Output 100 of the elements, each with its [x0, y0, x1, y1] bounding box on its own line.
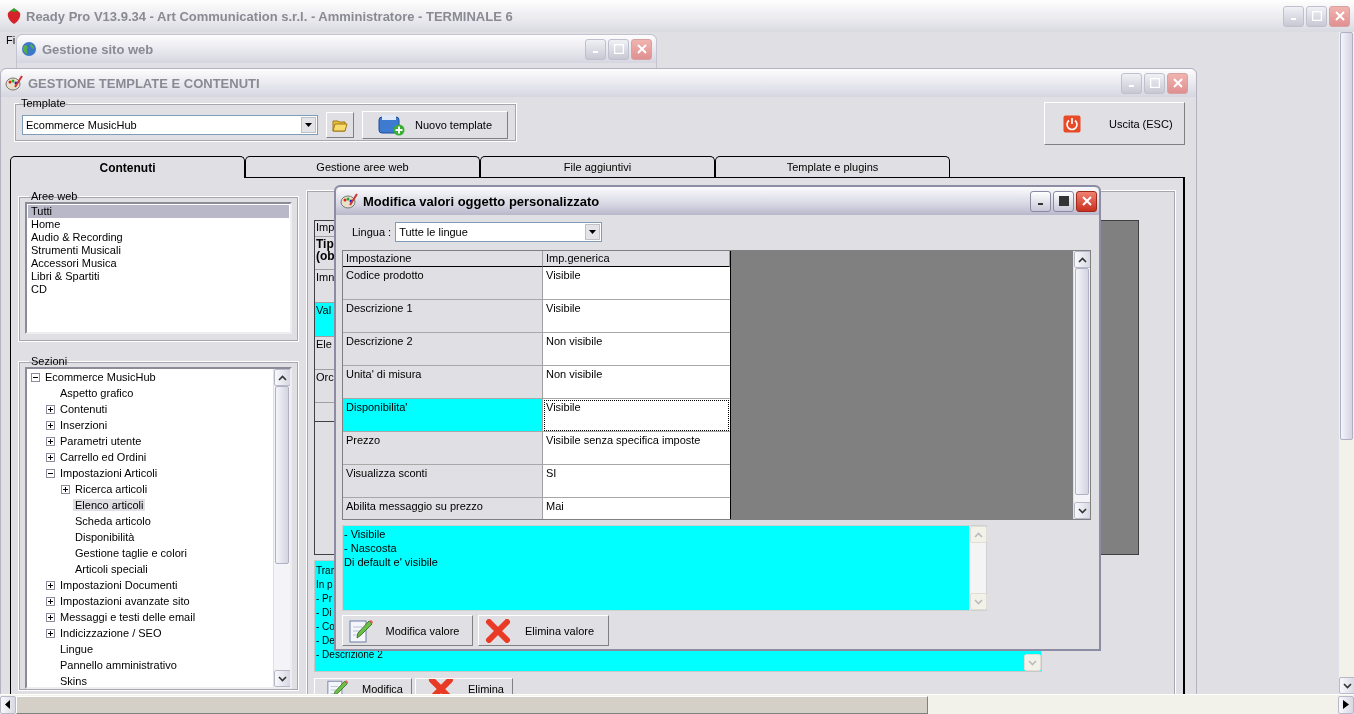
- table-cell: Abilita messaggio su prezzo: [343, 498, 543, 519]
- caret-down-icon: [974, 598, 983, 605]
- collapse-icon[interactable]: [46, 468, 55, 478]
- list-item[interactable]: Audio & Recording: [28, 231, 289, 244]
- tab[interactable]: Template e plugins: [715, 156, 950, 177]
- table-cell[interactable]: SI: [543, 465, 730, 498]
- text-line: - Di: [316, 606, 332, 620]
- window-title: GESTIONE TEMPLATE E CONTENUTI: [28, 75, 260, 91]
- close-icon: [1172, 78, 1183, 88]
- expand-icon[interactable]: [46, 612, 55, 622]
- maximize-icon: [613, 44, 624, 54]
- tree-item[interactable]: Pannello amministrativo: [58, 659, 179, 671]
- list-item[interactable]: Accessori Musica: [28, 257, 289, 270]
- table-cell[interactable]: Non visibile: [543, 366, 730, 399]
- tab[interactable]: Contenuti: [10, 156, 245, 178]
- list-item[interactable]: Libri & Spartiti: [28, 270, 289, 283]
- caret-up-icon: [1078, 256, 1087, 263]
- minimize-button[interactable]: [1030, 190, 1051, 212]
- exit-button[interactable]: Uscita (ESC): [1044, 102, 1185, 145]
- list-item[interactable]: Strumenti Musicali: [28, 244, 289, 257]
- tree-item[interactable]: Messaggi e testi delle email: [58, 611, 198, 623]
- caret-up-icon: [974, 531, 983, 538]
- tree-item[interactable]: Elenco articoli: [73, 499, 146, 511]
- tree-item[interactable]: Scheda articolo: [73, 515, 153, 527]
- tree-item[interactable]: Articoli speciali: [73, 563, 150, 575]
- text-line: - Visibile: [344, 527, 386, 541]
- table-cell: Val: [315, 303, 336, 337]
- new-template-button[interactable]: Nuovo template: [362, 111, 508, 139]
- scroll-up-button[interactable]: [274, 369, 290, 386]
- menu-item[interactable]: Fi: [6, 34, 16, 46]
- tree-item[interactable]: Impostazioni avanzate sito: [58, 595, 192, 607]
- field-label: Lingua :: [352, 226, 392, 238]
- list-item[interactable]: CD: [28, 283, 289, 296]
- tree-item[interactable]: Contenuti: [58, 403, 110, 415]
- tree-item[interactable]: Disponibilità: [73, 531, 137, 543]
- expand-icon[interactable]: [61, 484, 70, 494]
- palette-icon: [340, 193, 358, 209]
- close-icon: [1334, 11, 1345, 21]
- scroll-down-button[interactable]: [1339, 677, 1354, 694]
- tree-item[interactable]: Indicizzazione / SEO: [58, 627, 164, 639]
- tree-item[interactable]: Carrello ed Ordini: [58, 451, 149, 463]
- table-cell[interactable]: Visibile: [543, 399, 730, 432]
- table-cell: Visualizza sconti: [343, 465, 543, 498]
- language-dropdown[interactable]: Tutte le lingue: [395, 222, 603, 242]
- window-title: Ready Pro V13.9.34 - Art Communication s.r.l. - Amministratore - TERMINALE 6: [26, 8, 513, 24]
- caret-down-icon: [1028, 659, 1037, 666]
- table-cell[interactable]: Visibile: [543, 300, 730, 333]
- scroll-down-button[interactable]: [1074, 502, 1090, 519]
- action-button[interactable]: Modifica valore: [342, 615, 473, 646]
- folder-button[interactable]: [326, 112, 354, 138]
- scrollbar[interactable]: [273, 369, 290, 687]
- tree-item[interactable]: Aspetto grafico: [58, 387, 136, 399]
- tree-item[interactable]: Impostazioni Documenti: [58, 579, 180, 591]
- text-area[interactable]: - Visibile - Nascosta Di default e' visibile: [342, 525, 987, 611]
- table-cell[interactable]: Visibile: [543, 267, 730, 300]
- tab[interactable]: File aggiuntivi: [480, 156, 715, 177]
- tree-item[interactable]: Parametri utente: [58, 435, 144, 447]
- template-dropdown[interactable]: Ecommerce MusicHub: [22, 115, 318, 135]
- expand-icon[interactable]: [46, 404, 55, 414]
- tree-item[interactable]: Ecommerce MusicHub: [43, 371, 158, 383]
- tree-item[interactable]: Ricerca articoli: [73, 483, 150, 495]
- tree-item[interactable]: Impostazioni Articoli: [58, 467, 160, 479]
- list-item[interactable]: Home: [28, 218, 289, 231]
- list-item[interactable]: Tutti: [28, 205, 289, 218]
- scrollbar[interactable]: [1338, 32, 1354, 694]
- group-label: Aree web: [30, 190, 79, 202]
- tree-item[interactable]: Lingue: [58, 643, 96, 655]
- expand-icon[interactable]: [46, 436, 55, 446]
- maximize-button[interactable]: [1053, 190, 1074, 212]
- close-icon: [636, 44, 647, 54]
- table-cell: Descrizione 2: [343, 333, 543, 366]
- caret-down-icon: [1078, 507, 1087, 514]
- maximize-icon: [1311, 11, 1322, 21]
- globe-icon: [21, 41, 37, 57]
- close-icon: [1081, 196, 1092, 206]
- group-label: Template: [20, 97, 67, 109]
- caret-down-icon: [589, 230, 597, 234]
- tree-item[interactable]: Gestione taglie e colori: [73, 547, 189, 559]
- tree-item[interactable]: Skins: [58, 675, 89, 687]
- scroll-up-button[interactable]: [1074, 251, 1090, 268]
- action-button[interactable]: Elimina valore: [478, 615, 609, 646]
- scroll-down-button[interactable]: [274, 670, 290, 687]
- table-cell[interactable]: Visibile senza specifica imposte: [543, 432, 730, 465]
- expand-icon[interactable]: [46, 452, 55, 462]
- triangle-right-icon: [1343, 700, 1349, 709]
- strawberry-icon: [6, 7, 22, 25]
- expand-icon[interactable]: [46, 580, 55, 590]
- edit-document-icon: [349, 617, 373, 644]
- tree-item[interactable]: Inserzioni: [58, 419, 110, 431]
- collapse-icon[interactable]: [31, 372, 40, 382]
- table-cell[interactable]: Non visibile: [543, 333, 730, 366]
- close-button[interactable]: [1076, 190, 1097, 212]
- expand-icon[interactable]: [46, 628, 55, 638]
- expand-icon[interactable]: [46, 596, 55, 606]
- tab[interactable]: Gestione aree web: [245, 156, 480, 177]
- scroll-left-button[interactable]: [0, 695, 16, 714]
- table-cell: Unita' di misura: [343, 366, 543, 399]
- expand-icon[interactable]: [46, 420, 55, 430]
- scroll-right-button[interactable]: [1338, 695, 1354, 714]
- scrollbar[interactable]: [1073, 251, 1090, 519]
